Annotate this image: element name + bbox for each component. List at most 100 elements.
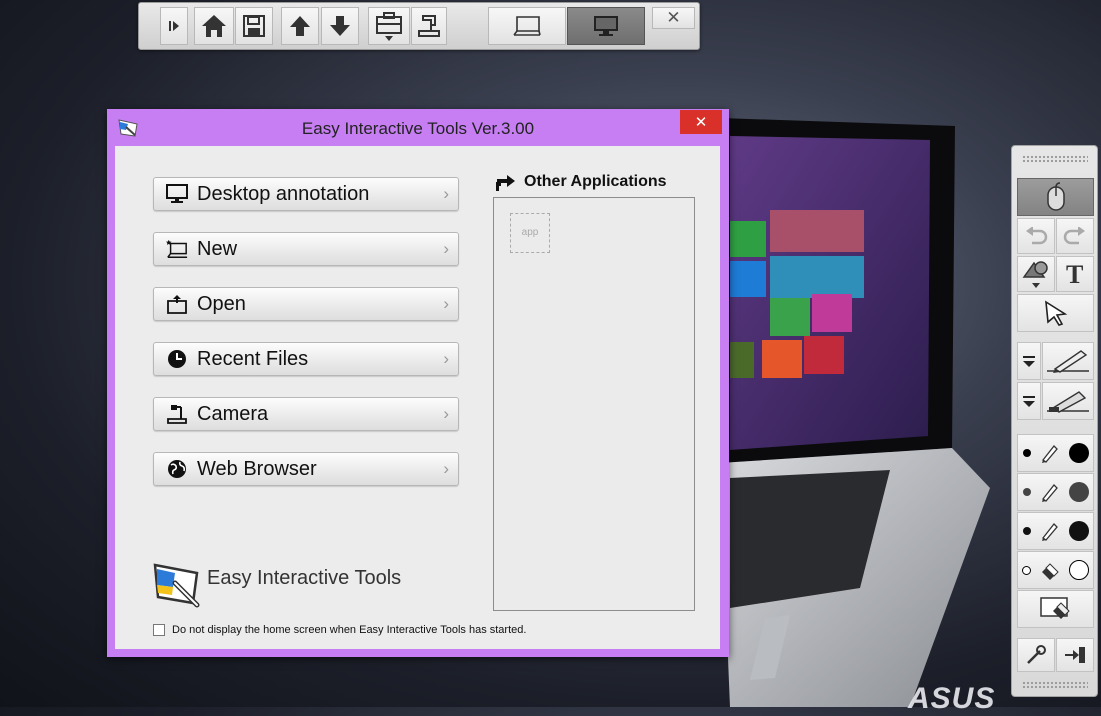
- tools-menu-button[interactable]: [368, 7, 410, 45]
- app-slot[interactable]: app: [510, 213, 550, 253]
- product-logo-text: Easy Interactive Tools: [207, 566, 402, 589]
- menu-item-label: Open: [197, 292, 246, 315]
- dropdown-lines-icon: [1023, 396, 1035, 407]
- document-camera-button[interactable]: [411, 7, 447, 45]
- other-applications-heading: Other Applications: [495, 172, 667, 192]
- home-icon: [202, 15, 226, 37]
- redo-button[interactable]: [1056, 218, 1094, 254]
- eraser-width-button[interactable]: [1017, 551, 1094, 589]
- select-tool-button[interactable]: [1017, 294, 1094, 332]
- pen-width-dark-button[interactable]: [1017, 512, 1094, 550]
- highlighter-icon: [1047, 391, 1089, 413]
- toolbar-close-button[interactable]: ✕: [652, 7, 695, 29]
- pen-width-black-button[interactable]: [1017, 434, 1094, 472]
- clear-screen-icon: [1039, 597, 1070, 619]
- arrow-down-icon: [330, 16, 350, 36]
- save-icon: [243, 15, 265, 37]
- dropdown-lines-icon: [1023, 356, 1035, 367]
- thick-dot-icon: [1068, 482, 1089, 502]
- do-not-display-home-checkbox[interactable]: [153, 624, 165, 636]
- highlighter-settings-dropdown[interactable]: [1017, 382, 1041, 420]
- chevron-right-icon: ›: [443, 404, 449, 423]
- open-button[interactable]: Open ›: [153, 287, 459, 321]
- product-logo: Easy Interactive Tools: [153, 561, 401, 609]
- pencil-icon: [1041, 523, 1058, 541]
- menu-item-label: New: [197, 237, 238, 260]
- undo-icon: [1026, 227, 1048, 245]
- thin-dot-icon: [1022, 449, 1031, 457]
- next-page-button[interactable]: [321, 7, 359, 45]
- pen-tool-button[interactable]: [1042, 342, 1094, 380]
- monitor-icon: [594, 16, 618, 36]
- pencil-icon: [1041, 445, 1058, 463]
- redo-icon: [1063, 227, 1085, 245]
- desktop-annotation-button[interactable]: Desktop annotation ›: [153, 177, 459, 211]
- open-folder-icon: [166, 293, 188, 315]
- globe-icon: [166, 458, 188, 480]
- easy-interactive-tools-logo-icon: [153, 563, 200, 608]
- chevron-right-icon: ›: [443, 239, 449, 258]
- mouse-mode-button[interactable]: [1017, 178, 1094, 216]
- document-camera-icon: [166, 403, 188, 425]
- chevron-right-icon: ›: [443, 184, 449, 203]
- pen-icon: [1047, 350, 1089, 373]
- palette-grip-top[interactable]: [1022, 155, 1088, 163]
- window-title: Easy Interactive Tools Ver.3.00: [301, 119, 535, 138]
- new-button[interactable]: New ›: [153, 232, 459, 266]
- shapes-icon: [1022, 261, 1048, 288]
- pen-settings-dropdown[interactable]: [1017, 342, 1041, 380]
- mouse-icon: [1046, 182, 1065, 211]
- cursor-arrow-icon: [1044, 300, 1067, 326]
- pen-width-gray-button[interactable]: [1017, 473, 1094, 511]
- text-tool-icon: T: [1066, 261, 1083, 287]
- web-browser-button[interactable]: Web Browser ›: [153, 452, 459, 486]
- collapse-toolbar-button[interactable]: [160, 7, 188, 45]
- settings-tool-button[interactable]: [1017, 638, 1055, 672]
- save-button[interactable]: [235, 7, 273, 45]
- thick-dot-icon: [1068, 443, 1089, 463]
- home-button[interactable]: [194, 7, 234, 45]
- highlighter-tool-button[interactable]: [1042, 382, 1094, 420]
- svg-text:T: T: [1066, 261, 1083, 287]
- eraser-icon: [1041, 563, 1059, 580]
- menu-item-label: Desktop annotation: [197, 182, 370, 205]
- exit-arrow-icon: [1065, 647, 1085, 663]
- palette-grip-bottom[interactable]: [1022, 681, 1088, 689]
- brand-logo: ASUS: [908, 682, 996, 715]
- exit-palette-button[interactable]: [1056, 638, 1094, 672]
- other-applications-label: Other Applications: [524, 173, 667, 190]
- share-arrow-icon: [496, 175, 515, 191]
- camera-button[interactable]: Camera ›: [153, 397, 459, 431]
- thick-dot-icon: [1068, 521, 1089, 541]
- thin-circle-icon: [1022, 565, 1032, 575]
- menu-item-label: Recent Files: [197, 347, 309, 370]
- main-window: Easy Interactive Tools Ver.3.00 ✕ Deskto…: [107, 109, 729, 657]
- wrench-icon: [1027, 645, 1046, 664]
- pen-palette: T: [1011, 145, 1098, 697]
- undo-button[interactable]: [1017, 218, 1055, 254]
- whiteboard-mode-button[interactable]: [488, 7, 566, 45]
- laptop-wallpaper-image: [720, 118, 990, 707]
- startup-option: Do not display the home screen when Easy…: [153, 624, 526, 636]
- do-not-display-home-label: Do not display the home screen when Easy…: [172, 624, 527, 636]
- home-screen: Desktop annotation › New › Open › Recent…: [115, 146, 720, 649]
- pencil-icon: [1041, 484, 1058, 502]
- recent-files-button[interactable]: Recent Files ›: [153, 342, 459, 376]
- shapes-button[interactable]: [1017, 256, 1055, 292]
- desktop-mode-button[interactable]: [567, 7, 645, 45]
- document-camera-icon: [418, 15, 440, 37]
- clock-icon: [166, 348, 188, 370]
- previous-page-button[interactable]: [281, 7, 319, 45]
- window-close-button[interactable]: ✕: [680, 110, 722, 134]
- monitor-icon: [166, 183, 188, 205]
- toolbox-icon: [376, 12, 402, 41]
- thick-circle-icon: [1068, 560, 1089, 580]
- text-tool-button[interactable]: T: [1056, 256, 1094, 292]
- chevron-right-icon: ›: [443, 294, 449, 313]
- title-bar[interactable]: Easy Interactive Tools Ver.3.00 ✕: [107, 109, 729, 145]
- menu-item-label: Web Browser: [197, 457, 317, 480]
- arrow-up-icon: [290, 16, 310, 36]
- other-applications-panel: app: [493, 197, 695, 611]
- play-step-icon: [169, 21, 179, 31]
- clear-screen-button[interactable]: [1017, 590, 1094, 628]
